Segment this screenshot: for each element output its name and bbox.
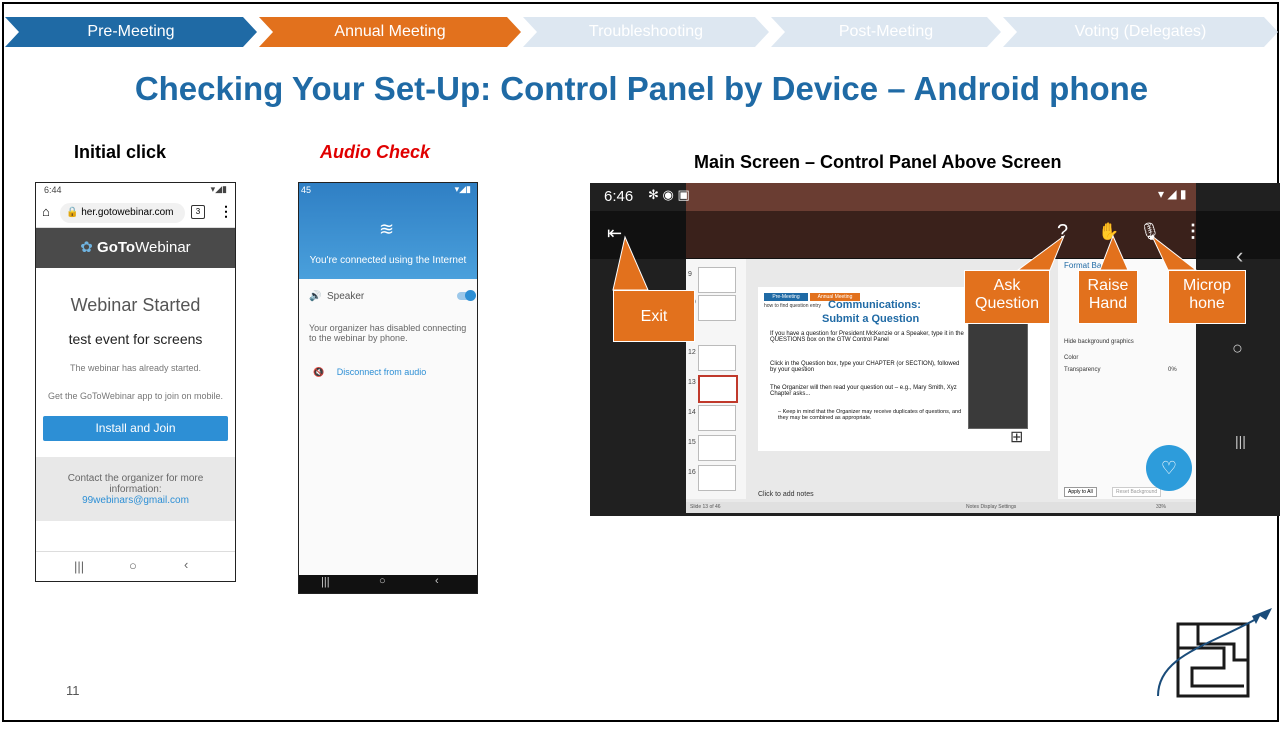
ask-callout-pointer xyxy=(1016,234,1066,271)
ask-question-callout: Ask Question xyxy=(964,270,1050,324)
raise-callout-pointer xyxy=(1099,234,1129,271)
raise-hand-callout: Raise Hand xyxy=(1078,270,1138,324)
slide-number: 11 xyxy=(66,683,80,698)
exit-callout: Exit xyxy=(613,290,695,342)
organization-logo xyxy=(1157,608,1272,698)
exit-callout-pointer xyxy=(612,235,649,291)
airplane-icon xyxy=(1252,608,1272,624)
callout-pointers xyxy=(612,234,1198,291)
mic-callout-pointer xyxy=(1151,235,1198,271)
microphone-callout: Microp hone xyxy=(1168,270,1246,324)
